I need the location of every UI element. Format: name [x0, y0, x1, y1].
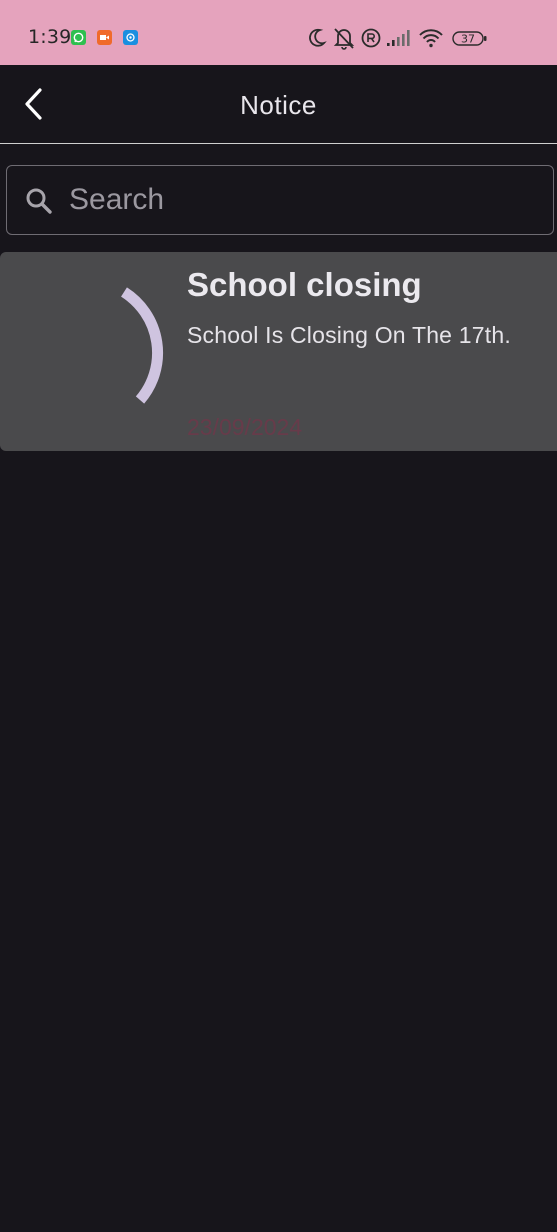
- status-time: 1:39: [28, 26, 72, 48]
- battery-level: 37: [461, 33, 475, 46]
- status-bar: 1:39 37: [0, 0, 557, 65]
- signal-icon: [386, 24, 412, 52]
- loading-spinner-icon: [80, 280, 190, 420]
- whatsapp-icon: [71, 30, 86, 45]
- app-notification-icon: [123, 30, 138, 45]
- notice-title: School closing: [187, 266, 422, 303]
- notice-card[interactable]: School closing School Is Closing On The …: [0, 252, 557, 451]
- search-icon: [24, 186, 54, 216]
- search-input[interactable]: [69, 180, 539, 220]
- registered-icon: [360, 24, 382, 52]
- moon-icon: [306, 24, 328, 52]
- wifi-icon: [418, 24, 444, 52]
- video-recorder-icon: [97, 30, 112, 45]
- notice-date: 23/09/2024: [187, 414, 303, 440]
- bell-off-icon: [332, 24, 356, 52]
- page-title: Notice: [240, 90, 317, 120]
- search-box[interactable]: [6, 165, 554, 235]
- notice-body: School Is Closing On The 17th.: [187, 322, 511, 348]
- app-header: Notice: [0, 65, 557, 144]
- battery-icon: 37: [452, 24, 488, 52]
